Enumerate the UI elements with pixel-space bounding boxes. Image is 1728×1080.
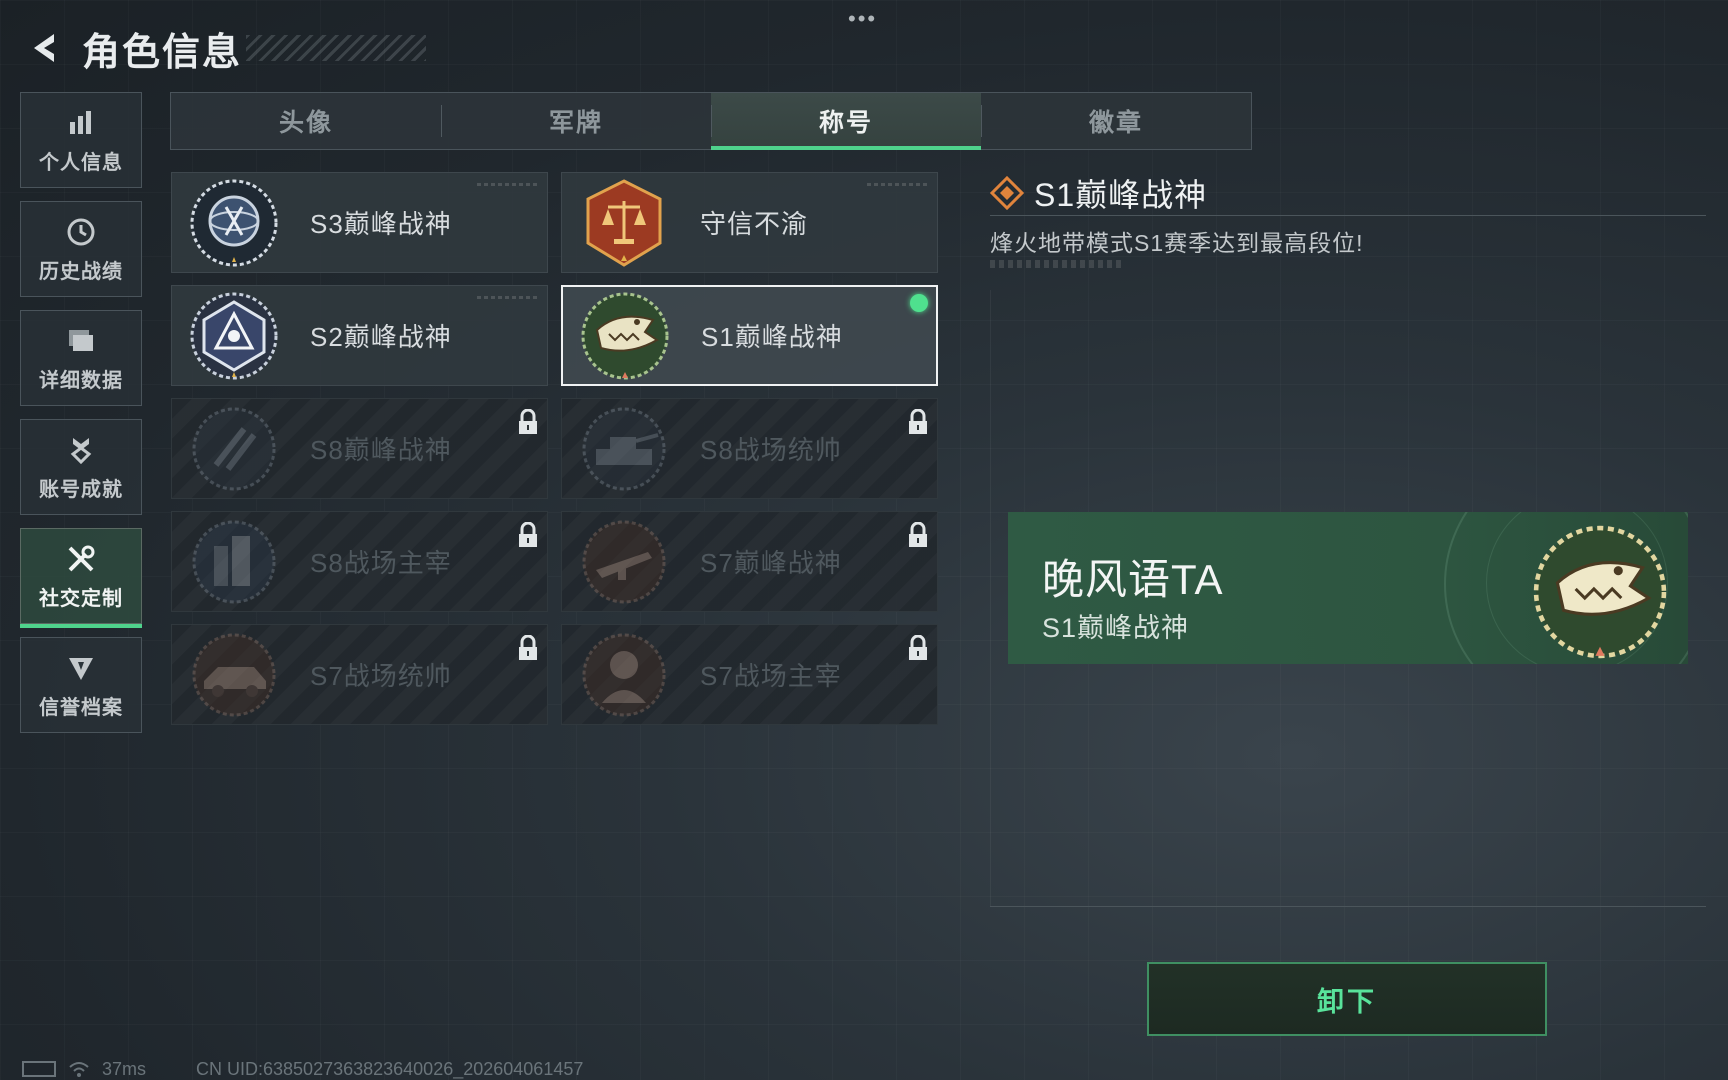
title-name: S7战场主宰 [700, 661, 842, 691]
bar-chart-icon [64, 106, 98, 140]
sidebar-item-detail-data[interactable]: 详细数据 [20, 310, 142, 406]
city-emblem-icon [192, 520, 276, 603]
sidebar-item-history[interactable]: 历史战绩 [20, 201, 142, 297]
battery-icon [22, 1061, 56, 1077]
title-card-s8-dominator[interactable]: S8战场主宰 [171, 511, 548, 612]
unequip-button[interactable]: 卸下 [1147, 962, 1547, 1036]
title-card-s8-commander[interactable]: S8战场统帅 [561, 398, 938, 499]
wifi-icon [69, 1062, 89, 1077]
sidebar-item-personal-info[interactable]: 个人信息 [20, 92, 142, 188]
scales-emblem-icon [586, 178, 662, 267]
title-card-s7-dominator[interactable]: S7战场主宰 [561, 624, 938, 725]
ping-value: 37ms [102, 1058, 147, 1079]
title-decoration [246, 35, 427, 61]
globe-emblem-icon [190, 179, 278, 266]
detail-decoration [990, 260, 1125, 268]
sidebar: 个人信息 历史战绩 详细数据 账号成就 社交定制 信誉档案 [20, 92, 144, 746]
history-icon [64, 215, 98, 249]
card-decoration [477, 296, 537, 299]
back-arrow-icon [34, 34, 54, 62]
detail-title: S1巅峰战神 [1034, 177, 1208, 213]
sidebar-item-label: 社交定制 [39, 587, 123, 610]
lock-icon [909, 635, 927, 660]
title-card-s2-peak[interactable]: S2巅峰战神 [171, 285, 548, 386]
title-name: S3巅峰战神 [310, 209, 452, 239]
title-card-keep-faith[interactable]: 守信不渝 [561, 172, 938, 273]
status-bar: 37ms CN UID:6385027363823640026_20260406… [22, 1058, 583, 1080]
credit-icon [64, 651, 98, 685]
header: 角色信息 [20, 18, 427, 78]
page-title: 角色信息 [82, 31, 243, 74]
sidebar-item-achievements[interactable]: 账号成就 [20, 419, 142, 515]
lock-icon [909, 522, 927, 547]
soldier-emblem-icon [582, 633, 666, 716]
title-name: S8巅峰战神 [310, 435, 452, 465]
lock-icon [519, 635, 537, 660]
tab-bar: 头像 军牌 称号 徽章 [170, 92, 1252, 150]
slash-emblem-icon [192, 407, 276, 490]
vehicle-emblem-icon [192, 633, 276, 716]
lock-icon [519, 409, 537, 434]
card-decoration [477, 183, 537, 186]
title-name: S2巅峰战神 [310, 322, 452, 352]
lock-icon [519, 522, 537, 547]
title-name: 守信不渝 [700, 209, 809, 239]
title-card-s7-commander[interactable]: S7战场统帅 [171, 624, 548, 725]
sidebar-item-label: 历史战绩 [39, 260, 123, 283]
tab-title[interactable]: 称号 [711, 93, 981, 150]
achievement-icon [64, 433, 98, 467]
lock-icon [909, 409, 927, 434]
sidebar-item-label: 账号成就 [39, 478, 123, 501]
tools-icon [64, 542, 98, 576]
title-card-s7-peak[interactable]: S7巅峰战神 [561, 511, 938, 612]
diamond-icon [990, 176, 1024, 210]
title-name: S7巅峰战神 [700, 548, 842, 578]
preview-title: S1巅峰战神 [1042, 613, 1190, 643]
triangle-emblem-icon [190, 292, 278, 379]
detail-description: 烽火地带模式S1赛季达到最高段位! [990, 230, 1364, 256]
sidebar-item-label: 详细数据 [39, 369, 123, 392]
tab-dog-tag[interactable]: 军牌 [441, 93, 711, 149]
rifle-emblem-icon [582, 520, 666, 603]
title-name: S8战场统帅 [700, 435, 842, 465]
tank-emblem-icon [582, 407, 666, 490]
title-name: S8战场主宰 [310, 548, 452, 578]
sidebar-item-label: 个人信息 [39, 151, 123, 174]
crocodile-emblem-icon [1533, 525, 1667, 659]
title-card-s3-peak[interactable]: S3巅峰战神 [171, 172, 548, 273]
title-card-s1-peak[interactable]: S1巅峰战神 [561, 285, 938, 386]
name-card-preview: 晚风语TA S1巅峰战神 [1008, 512, 1688, 664]
divider [990, 906, 1706, 907]
detail-header: S1巅峰战神 [990, 170, 1207, 216]
more-dots-icon[interactable]: ••• [848, 6, 877, 32]
sidebar-item-label: 信誉档案 [39, 696, 123, 719]
title-name: S7战场统帅 [310, 661, 452, 691]
sidebar-item-credit-record[interactable]: 信誉档案 [20, 637, 142, 733]
crocodile-emblem-icon [581, 292, 669, 379]
folder-icon [64, 324, 98, 358]
tab-avatar[interactable]: 头像 [171, 93, 441, 149]
divider [990, 215, 1706, 216]
sidebar-item-social-custom[interactable]: 社交定制 [20, 528, 142, 628]
back-button[interactable] [20, 24, 68, 72]
card-decoration [867, 183, 927, 186]
uid-text: CN UID:6385027363823640026_202604061457 [196, 1058, 584, 1079]
title-card-s8-peak[interactable]: S8巅峰战神 [171, 398, 548, 499]
tab-badge[interactable]: 徽章 [981, 93, 1251, 149]
preview-player-name: 晚风语TA [1042, 556, 1224, 603]
title-name: S1巅峰战神 [701, 322, 843, 352]
equipped-indicator [910, 294, 928, 312]
